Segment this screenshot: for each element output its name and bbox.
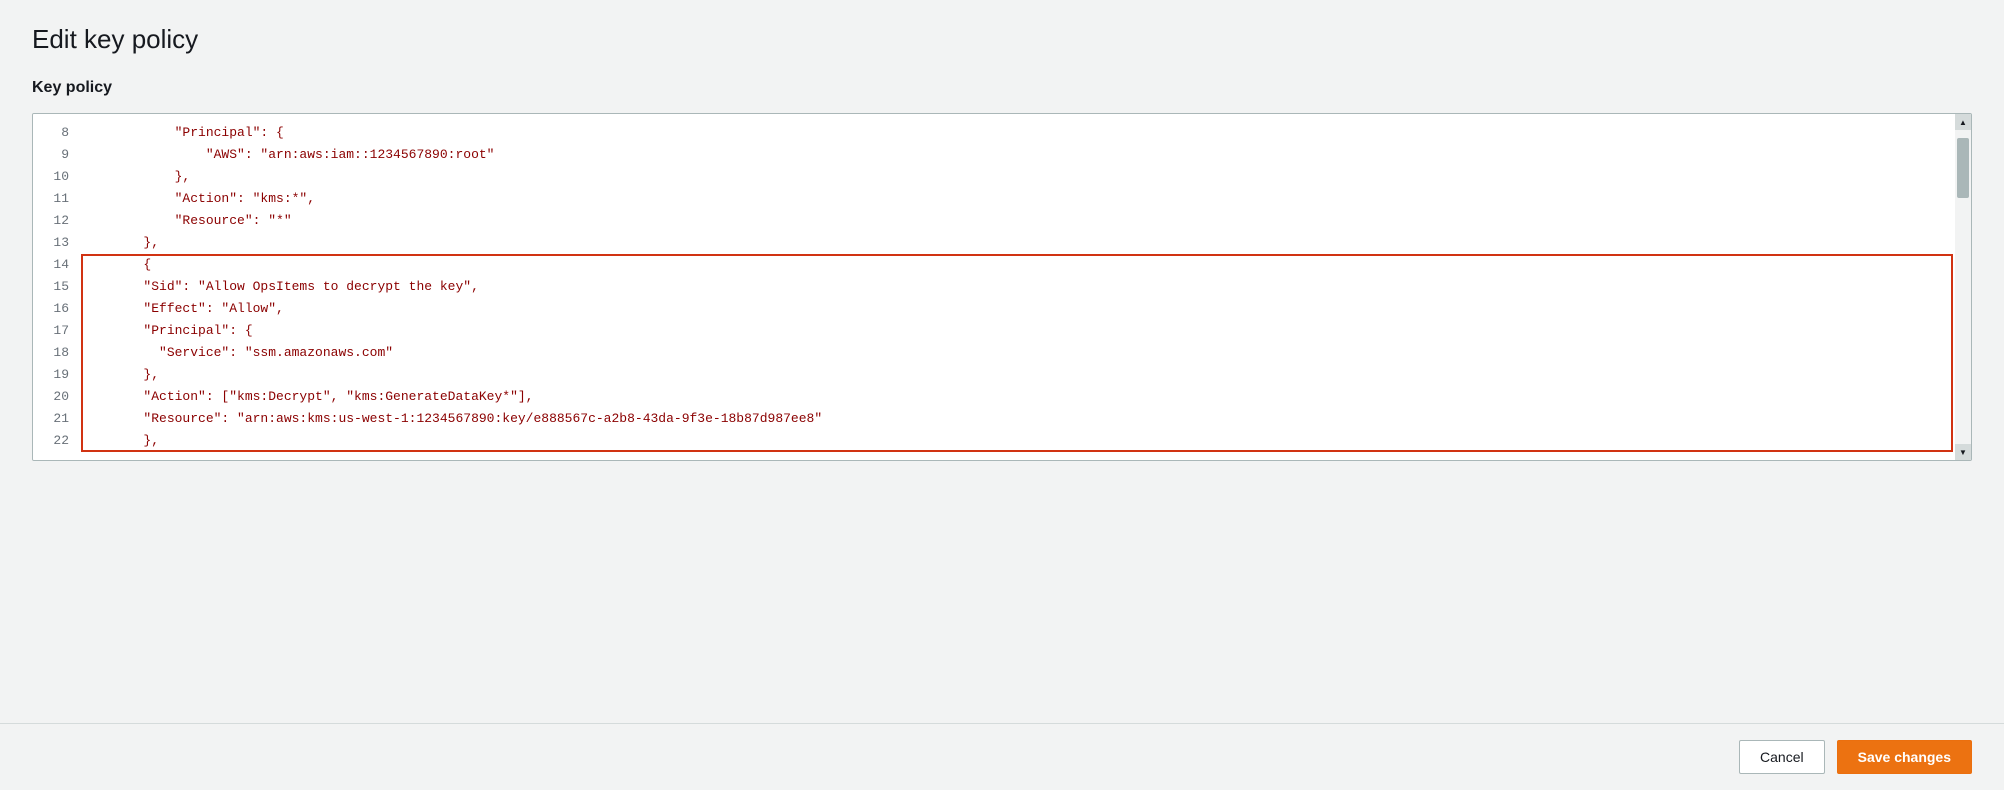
line-number: 19 bbox=[33, 364, 81, 386]
code-editor[interactable]: 8910111213141516171819202122 "Principal"… bbox=[33, 114, 1971, 460]
code-content[interactable]: "Principal": { "AWS": "arn:aws:iam::1234… bbox=[81, 114, 1971, 460]
code-line: "Effect": "Allow", bbox=[81, 298, 1963, 320]
code-line: "Principal": { bbox=[81, 122, 1963, 144]
code-line: "Action": "kms:*", bbox=[81, 188, 1963, 210]
save-button[interactable]: Save changes bbox=[1837, 740, 1972, 774]
line-number: 15 bbox=[33, 276, 81, 298]
page-title: Edit key policy bbox=[32, 24, 1972, 55]
line-number: 21 bbox=[33, 408, 81, 430]
scroll-thumb[interactable] bbox=[1957, 138, 1969, 198]
line-number: 8 bbox=[33, 122, 81, 144]
scrollbar[interactable]: ▲ ▼ bbox=[1955, 114, 1971, 460]
section-label: Key policy bbox=[32, 79, 1972, 97]
code-line: }, bbox=[81, 232, 1963, 254]
code-line: { bbox=[81, 254, 1963, 276]
scroll-up-arrow[interactable]: ▲ bbox=[1955, 114, 1971, 130]
line-number: 9 bbox=[33, 144, 81, 166]
line-number: 14 bbox=[33, 254, 81, 276]
code-line: "Service": "ssm.amazonaws.com" bbox=[81, 342, 1963, 364]
code-line: "Resource": "*" bbox=[81, 210, 1963, 232]
line-number: 12 bbox=[33, 210, 81, 232]
line-number: 13 bbox=[33, 232, 81, 254]
code-line: "Resource": "arn:aws:kms:us-west-1:12345… bbox=[81, 408, 1963, 430]
line-number: 18 bbox=[33, 342, 81, 364]
code-line: }, bbox=[81, 430, 1963, 452]
editor-container: 8910111213141516171819202122 "Principal"… bbox=[32, 113, 1972, 461]
editor-wrapper: 8910111213141516171819202122 "Principal"… bbox=[33, 114, 1971, 460]
code-line: "AWS": "arn:aws:iam::1234567890:root" bbox=[81, 144, 1963, 166]
code-line: "Action": ["kms:Decrypt", "kms:GenerateD… bbox=[81, 386, 1963, 408]
scroll-track[interactable] bbox=[1955, 130, 1971, 444]
scroll-down-arrow[interactable]: ▼ bbox=[1955, 444, 1971, 460]
line-number: 17 bbox=[33, 320, 81, 342]
code-line: }, bbox=[81, 364, 1963, 386]
cancel-button[interactable]: Cancel bbox=[1739, 740, 1825, 774]
line-number: 22 bbox=[33, 430, 81, 452]
line-number: 11 bbox=[33, 188, 81, 210]
code-line: }, bbox=[81, 166, 1963, 188]
line-number: 16 bbox=[33, 298, 81, 320]
page-container: Edit key policy Key policy 8910111213141… bbox=[0, 0, 2004, 691]
line-numbers: 8910111213141516171819202122 bbox=[33, 114, 81, 460]
code-line: "Principal": { bbox=[81, 320, 1963, 342]
line-number: 10 bbox=[33, 166, 81, 188]
footer: Cancel Save changes bbox=[0, 723, 2004, 790]
line-number: 20 bbox=[33, 386, 81, 408]
code-line: "Sid": "Allow OpsItems to decrypt the ke… bbox=[81, 276, 1963, 298]
